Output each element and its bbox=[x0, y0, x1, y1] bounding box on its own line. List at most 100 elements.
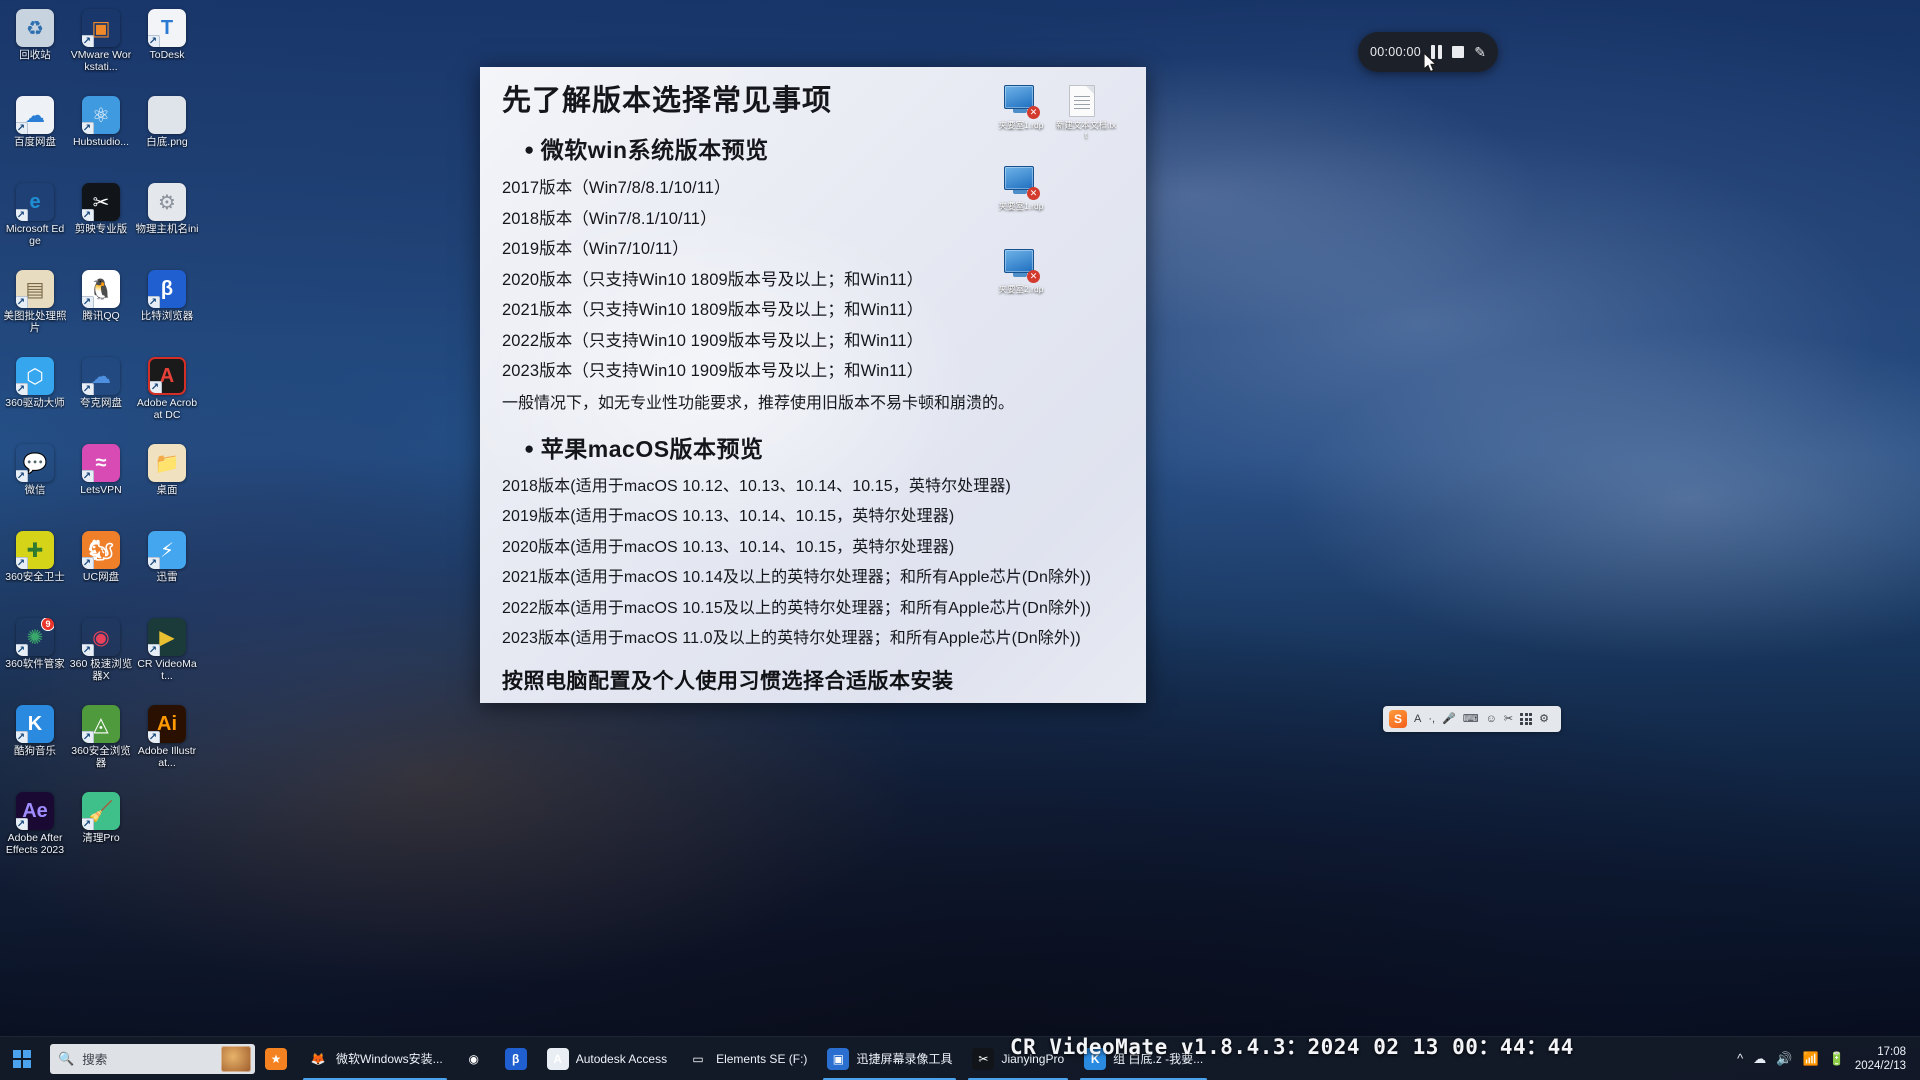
pencil-icon: ✎ bbox=[1474, 43, 1486, 60]
desktop-icon-cr-videomate[interactable]: ▶ ↗ CR VideoMat... bbox=[134, 613, 200, 700]
desktop-icon-desktop-folder[interactable]: 📁 桌面 bbox=[134, 439, 200, 526]
taskbar-item-label: 组 白底.z -我要... bbox=[1113, 1052, 1204, 1066]
windows-taskbar: 🔍 搜索 ★ 🦊 微软Windows安装... ◉ β A Autodesk Access ▭… bbox=[0, 1036, 1920, 1080]
tencent-qq-icon: 🐧 ↗ bbox=[82, 270, 120, 308]
sogou-logo-icon[interactable]: S bbox=[1389, 710, 1407, 728]
macos-version-line: 2023版本(适用于macOS 11.0及以上的英特尔处理器；和所有Apple芯… bbox=[502, 630, 1081, 647]
sogou-ime-bar[interactable]: S A ·, 🎤 ⌨ ☺ ✂ ⚙ bbox=[1383, 706, 1561, 732]
desktop-icon-uc-netdisk[interactable]: 🐿 ↗ UC网盘 bbox=[68, 526, 134, 613]
ime-mode-letter[interactable]: A bbox=[1414, 713, 1421, 725]
uc-netdisk-icon: 🐿 ↗ bbox=[82, 531, 120, 569]
desktop-icon-label: Hubstudio... bbox=[72, 136, 130, 148]
windows-section-heading: ● 微软win系统版本预览 bbox=[524, 137, 769, 163]
desktop-icon-adobe-illustrator[interactable]: Ai ↗ Adobe Illustrat... bbox=[134, 700, 200, 787]
desktop-icon-label: ToDesk bbox=[149, 49, 185, 61]
desktop-icon-label: Adobe Acrobat DC bbox=[136, 397, 198, 421]
taskbar-item-star-app[interactable]: ★ bbox=[255, 1037, 297, 1080]
ime-emoji-icon[interactable]: ☺ bbox=[1486, 713, 1497, 725]
taskbar-item-jianying-pro[interactable]: ✂ JianyingPro bbox=[962, 1037, 1074, 1080]
desktop-icon-letsvpn[interactable]: ≈ ↗ LetsVPN bbox=[68, 439, 134, 526]
ime-screenshot-icon[interactable]: ✂ bbox=[1504, 713, 1513, 725]
todesk-icon: T ↗ bbox=[148, 9, 186, 47]
search-thumbnail-image bbox=[221, 1045, 251, 1072]
shortcut-arrow-icon: ↗ bbox=[148, 35, 160, 47]
system-tray: ^ ☁ 🔊 📶 🔋 17:08 2024/2/13 bbox=[1737, 1037, 1920, 1080]
vmware-icon: ▣ ↗ bbox=[82, 9, 120, 47]
desktop-icon-cleaner-pro[interactable]: 🧹 ↗ 清理Pro bbox=[68, 787, 134, 874]
bullet-icon: ● bbox=[524, 438, 535, 458]
version-guide-image-window[interactable]: 先了解版本选择常见事项 ● 微软win系统版本预览 2017版本（Win7/8/8… bbox=[480, 67, 1146, 703]
tray-volume-icon[interactable]: 🔊 bbox=[1776, 1051, 1792, 1067]
baidu-netdisk-icon: ☁ ↗ bbox=[16, 96, 54, 134]
desktop-icon-recycle-bin[interactable]: ♻ 回收站 bbox=[2, 4, 68, 91]
bullet-icon: ● bbox=[524, 140, 535, 159]
ime-keyboard-icon[interactable]: ⌨ bbox=[1463, 713, 1479, 725]
taskbar-item-autodesk-access[interactable]: A Autodesk Access bbox=[537, 1037, 677, 1080]
shortcut-arrow-icon: ↗ bbox=[82, 818, 94, 830]
desktop-icon-meitu-batch[interactable]: ▤ ↗ 美图批处理照片 bbox=[2, 265, 68, 352]
desktop-icon-microsoft-edge[interactable]: e ↗ Microsoft Edge bbox=[2, 178, 68, 265]
ime-voice-icon[interactable]: 🎤 bbox=[1442, 713, 1456, 725]
shortcut-arrow-icon: ↗ bbox=[16, 557, 28, 569]
desktop-icon-360-secure-browser[interactable]: ◬ ↗ 360安全浏览器 bbox=[68, 700, 134, 787]
taskbar-item-firefox-browser[interactable]: 🦊 微软Windows安装... bbox=[297, 1037, 453, 1080]
taskbar-item-bit-browser-taskbar[interactable]: β bbox=[495, 1037, 537, 1080]
desktop-icon-label: 回收站 bbox=[19, 49, 51, 61]
desktop-icon-baidu-netdisk[interactable]: ☁ ↗ 百度网盘 bbox=[2, 91, 68, 178]
tray-network-icon[interactable]: 📶 bbox=[1802, 1051, 1818, 1067]
shortcut-arrow-icon: ↗ bbox=[82, 731, 94, 743]
desktop-icon-ini-file[interactable]: ⚙ 物理主机名ini bbox=[134, 178, 200, 265]
tray-battery-icon[interactable]: 🔋 bbox=[1829, 1051, 1845, 1067]
stop-recording-button[interactable] bbox=[1452, 41, 1465, 63]
desktop-icon-label: 腾讯QQ bbox=[82, 310, 120, 322]
ime-settings-icon[interactable]: ⚙ bbox=[1539, 713, 1549, 725]
desktop-icon-bit-browser[interactable]: β ↗ 比特浏览器 bbox=[134, 265, 200, 352]
start-button[interactable] bbox=[0, 1037, 44, 1080]
autodesk-access-icon: A bbox=[546, 1047, 569, 1070]
desktop-icon-wechat[interactable]: 💬 ↗ 微信 bbox=[2, 439, 68, 526]
360-software-manager-icon: ✺ ↗ 9 bbox=[16, 618, 54, 656]
desktop-folder-icon: 📁 bbox=[148, 444, 186, 482]
thunder-xunlei-icon: ⚡ ↗ bbox=[148, 531, 186, 569]
desktop-icon-adobe-acrobat[interactable]: A ↗ Adobe Acrobat DC bbox=[134, 352, 200, 439]
desktop-icon-hubstudio[interactable]: ⚛ ↗ Hubstudio... bbox=[68, 91, 134, 178]
desktop-icon-360-software-manager[interactable]: ✺ ↗ 9 360软件管家 bbox=[2, 613, 68, 700]
shortcut-arrow-icon: ↗ bbox=[148, 557, 160, 569]
tray-cloud-icon[interactable]: ☁ bbox=[1753, 1051, 1766, 1067]
taskbar-item-external-drive[interactable]: ▭ Elements SE (F:) bbox=[677, 1037, 817, 1080]
desktop-icon-360-safe-guard[interactable]: ✚ ↗ 360安全卫士 bbox=[2, 526, 68, 613]
overlay-icon-label: 夹要室2.rdp bbox=[998, 284, 1044, 294]
search-icon: 🔍 bbox=[58, 1050, 75, 1066]
shortcut-arrow-icon: ↗ bbox=[148, 731, 160, 743]
annotate-button[interactable]: ✎ bbox=[1474, 41, 1486, 63]
desktop-icon-adobe-after-effects[interactable]: Ae ↗ Adobe After Effects 2023 bbox=[2, 787, 68, 874]
taskbar-clock[interactable]: 17:08 2024/2/13 bbox=[1855, 1045, 1906, 1073]
desktop-icon-label: Microsoft Edge bbox=[5, 223, 65, 247]
tray-overflow-icon[interactable]: ^ bbox=[1737, 1051, 1743, 1066]
ime-punctuation-toggle[interactable]: ·, bbox=[1428, 713, 1435, 725]
remote-desktop-file-icon: ✕ bbox=[1004, 166, 1040, 200]
desktop-icon-kugou-music[interactable]: K ↗ 酷狗音乐 bbox=[2, 700, 68, 787]
desktop-icon-quark-netdisk[interactable]: ☁ ↗ 夸克网盘 bbox=[68, 352, 134, 439]
adobe-illustrator-icon: Ai ↗ bbox=[148, 705, 186, 743]
taskbar-item-group-window[interactable]: K 组 白底.z -我要... bbox=[1074, 1037, 1213, 1080]
shortcut-arrow-icon: ↗ bbox=[16, 296, 28, 308]
meitu-batch-icon: ▤ ↗ bbox=[16, 270, 54, 308]
taskbar-item-green-circle-app[interactable]: ◉ bbox=[453, 1037, 495, 1080]
desktop-icon-vmware[interactable]: ▣ ↗ VMware Workstati... bbox=[68, 4, 134, 91]
stop-icon bbox=[1452, 46, 1465, 58]
desktop-icon-360-driver-master[interactable]: ⬡ ↗ 360驱动大师 bbox=[2, 352, 68, 439]
desktop-icon-360-speed-browser[interactable]: ◉ ↗ 360 极速浏览器X bbox=[68, 613, 134, 700]
ime-toolbox-icon[interactable] bbox=[1520, 713, 1533, 725]
desktop-icon-label: 360 极速浏览器X bbox=[69, 658, 133, 682]
desktop-icon-label: Adobe After Effects 2023 bbox=[5, 832, 65, 856]
taskbar-search-box[interactable]: 🔍 搜索 bbox=[50, 1043, 255, 1074]
windows-logo-icon bbox=[13, 1049, 31, 1068]
taskbar-item-screen-recorder[interactable]: ▣ 迅捷屏幕录像工具 bbox=[817, 1037, 962, 1080]
desktop-icon-todesk[interactable]: T ↗ ToDesk bbox=[134, 4, 200, 91]
desktop-icon-thunder-xunlei[interactable]: ⚡ ↗ 迅雷 bbox=[134, 526, 200, 613]
taskbar-item-label: 微软Windows安装... bbox=[336, 1052, 443, 1066]
desktop-icon-tencent-qq[interactable]: 🐧 ↗ 腾讯QQ bbox=[68, 265, 134, 352]
desktop-icon-jianying[interactable]: ✂ ↗ 剪映专业版 bbox=[68, 178, 134, 265]
desktop-icon-image-file[interactable]: 白底.png bbox=[134, 91, 200, 178]
